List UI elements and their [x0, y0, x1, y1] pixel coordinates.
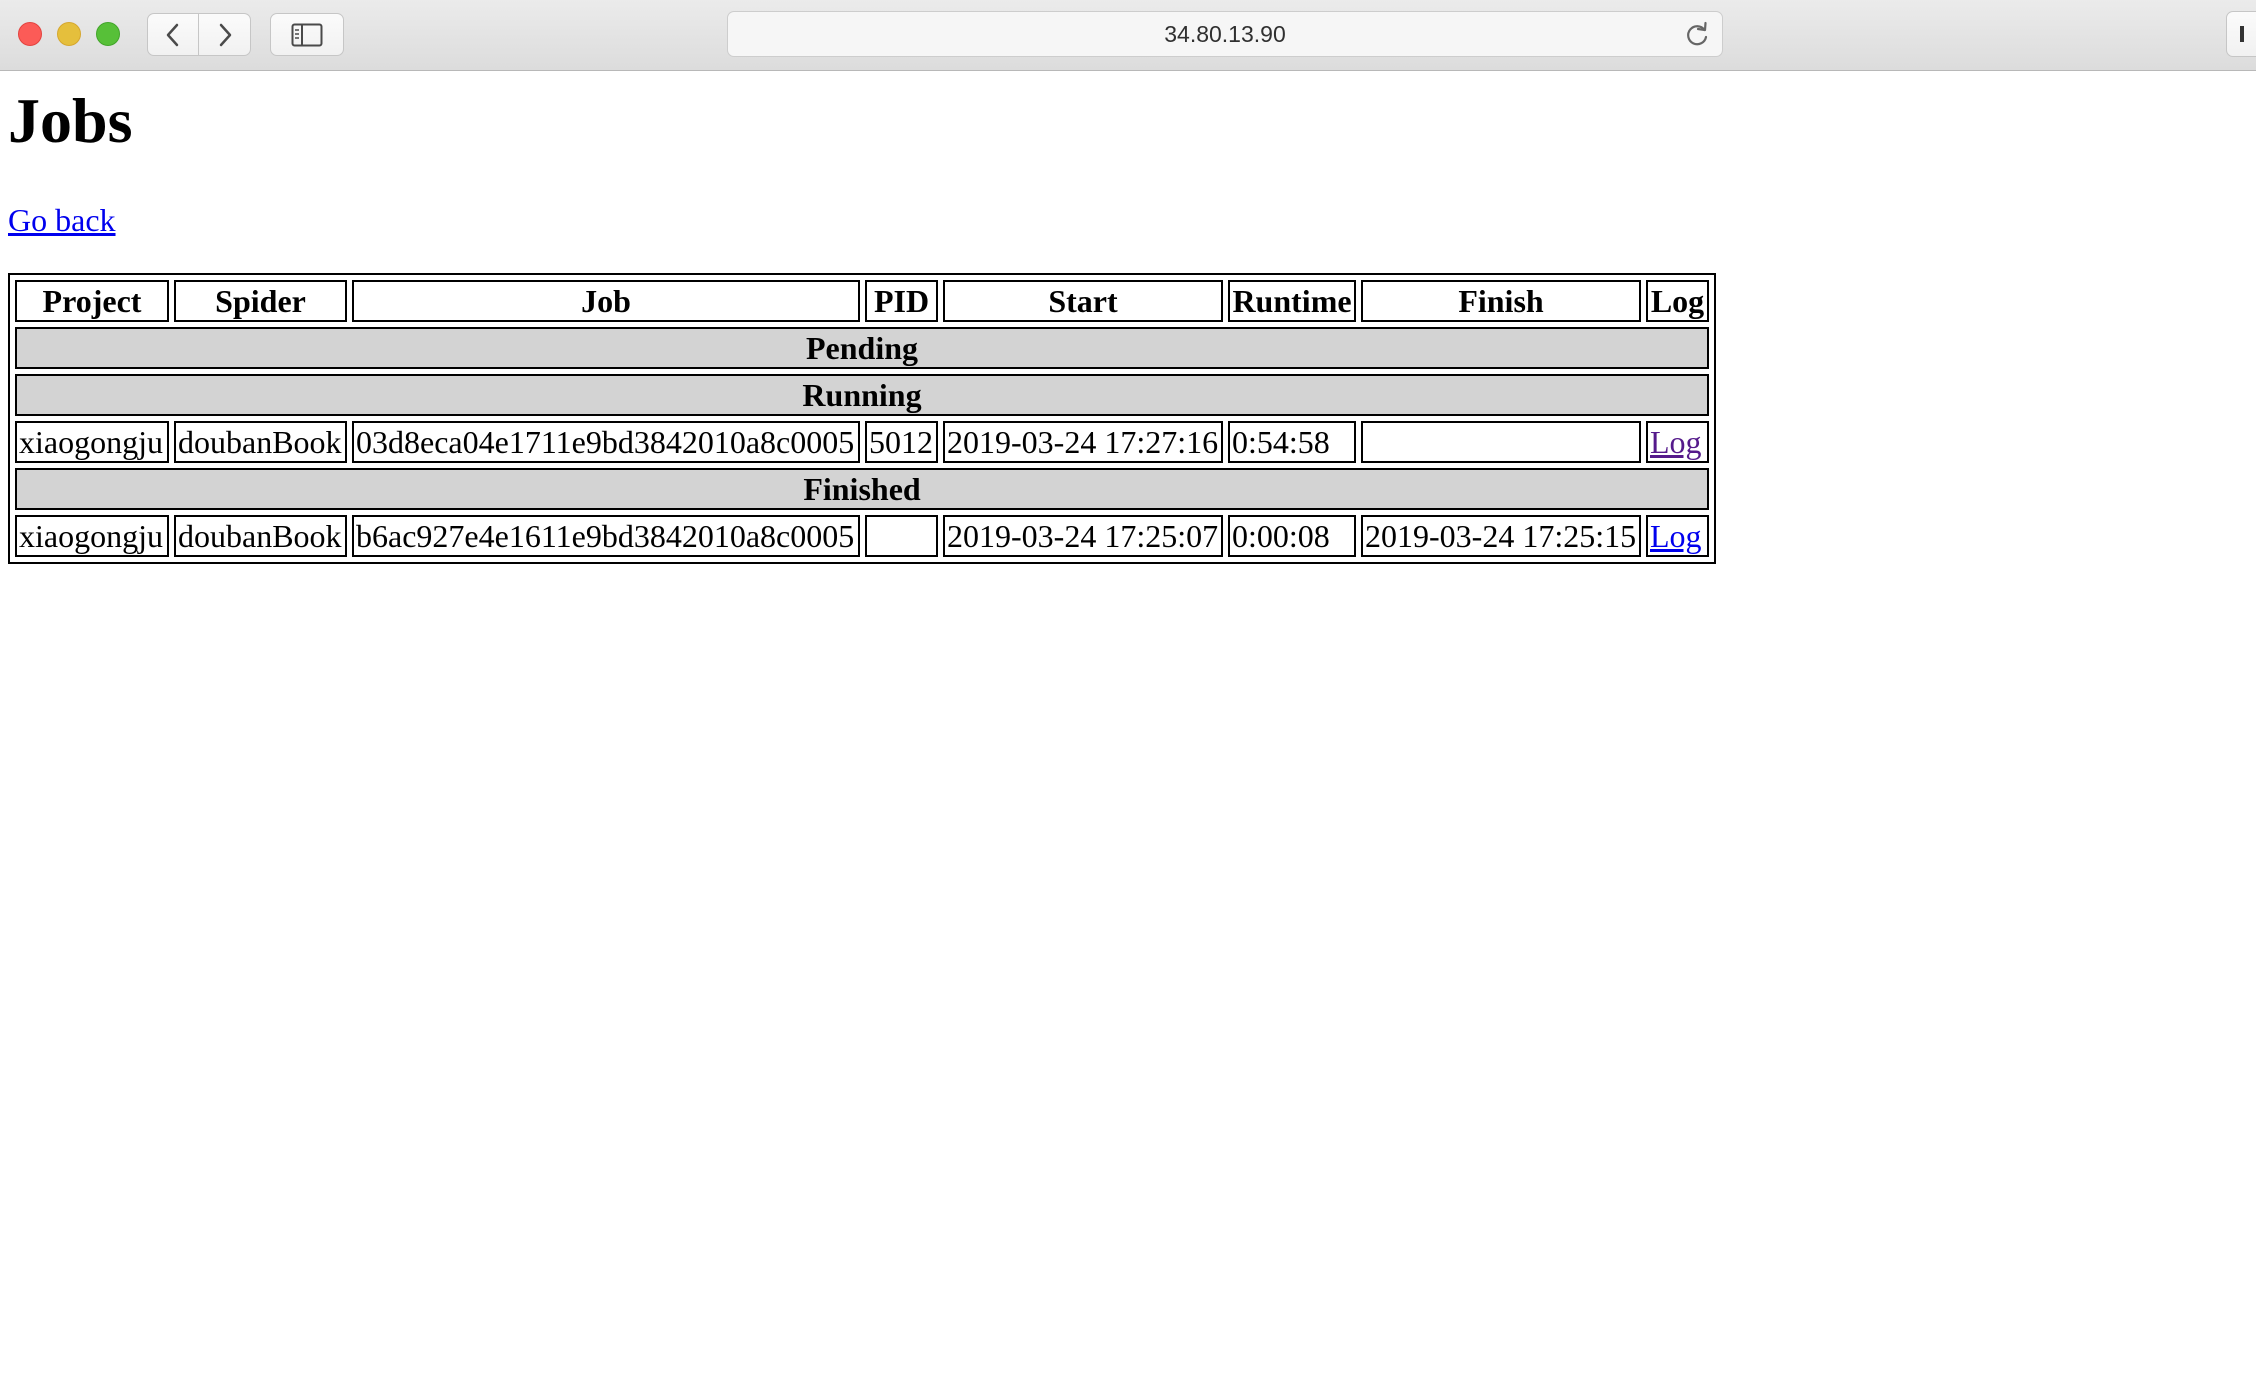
- cell-finish: 2019-03-24 17:25:15: [1361, 515, 1641, 557]
- cell-finish: [1361, 421, 1641, 463]
- forward-button[interactable]: [199, 13, 251, 56]
- section-label-pending: Pending: [15, 327, 1709, 369]
- jobs-table: Project Spider Job PID Start Runtime Fin…: [8, 273, 1716, 564]
- go-back-link[interactable]: Go back: [8, 204, 116, 236]
- section-row-running: Running: [15, 374, 1709, 416]
- sidebar-toggle-button[interactable]: [270, 13, 344, 56]
- reload-icon[interactable]: [1684, 21, 1710, 49]
- toolbar-edge-icon: [2240, 26, 2244, 42]
- address-bar[interactable]: 34.80.13.90: [727, 11, 1723, 57]
- cell-project: xiaogongju: [15, 515, 169, 557]
- cell-log: Log: [1646, 515, 1709, 557]
- cell-log: Log: [1646, 421, 1709, 463]
- address-text: 34.80.13.90: [1164, 20, 1286, 47]
- log-link[interactable]: Log: [1650, 424, 1702, 460]
- cell-pid: 5012: [865, 421, 938, 463]
- window-close-button[interactable]: [18, 22, 42, 46]
- cell-spider: doubanBook: [174, 421, 347, 463]
- section-row-pending: Pending: [15, 327, 1709, 369]
- column-header-project: Project: [15, 280, 169, 322]
- page-title: Jobs: [8, 85, 133, 156]
- cell-runtime: 0:00:08: [1228, 515, 1356, 557]
- cell-runtime: 0:54:58: [1228, 421, 1356, 463]
- table-row: xiaogongju doubanBook b6ac927e4e1611e9bd…: [15, 515, 1709, 557]
- column-header-pid: PID: [865, 280, 938, 322]
- column-header-job: Job: [352, 280, 860, 322]
- forward-icon: [219, 23, 231, 46]
- cell-project: xiaogongju: [15, 421, 169, 463]
- cell-job: b6ac927e4e1611e9bd3842010a8c0005: [352, 515, 860, 557]
- section-label-running: Running: [15, 374, 1709, 416]
- window-zoom-button[interactable]: [96, 22, 120, 46]
- log-link[interactable]: Log: [1650, 518, 1702, 554]
- column-header-runtime: Runtime: [1228, 280, 1356, 322]
- browser-toolbar: 34.80.13.90: [0, 0, 2256, 71]
- back-button[interactable]: [147, 13, 199, 56]
- section-row-finished: Finished: [15, 468, 1709, 510]
- column-header-start: Start: [943, 280, 1223, 322]
- table-header-row: Project Spider Job PID Start Runtime Fin…: [15, 280, 1709, 322]
- toolbar-edge-button[interactable]: [2226, 11, 2256, 57]
- section-label-finished: Finished: [15, 468, 1709, 510]
- window-minimize-button[interactable]: [57, 22, 81, 46]
- back-icon: [166, 23, 179, 46]
- cell-spider: doubanBook: [174, 515, 347, 557]
- cell-pid: [865, 515, 938, 557]
- column-header-finish: Finish: [1361, 280, 1641, 322]
- column-header-log: Log: [1646, 280, 1709, 322]
- cell-job: 03d8eca04e1711e9bd3842010a8c0005: [352, 421, 860, 463]
- cell-start: 2019-03-24 17:27:16: [943, 421, 1223, 463]
- cell-start: 2019-03-24 17:25:07: [943, 515, 1223, 557]
- column-header-spider: Spider: [174, 280, 347, 322]
- table-row: xiaogongju doubanBook 03d8eca04e1711e9bd…: [15, 421, 1709, 463]
- sidebar-icon: [291, 23, 323, 46]
